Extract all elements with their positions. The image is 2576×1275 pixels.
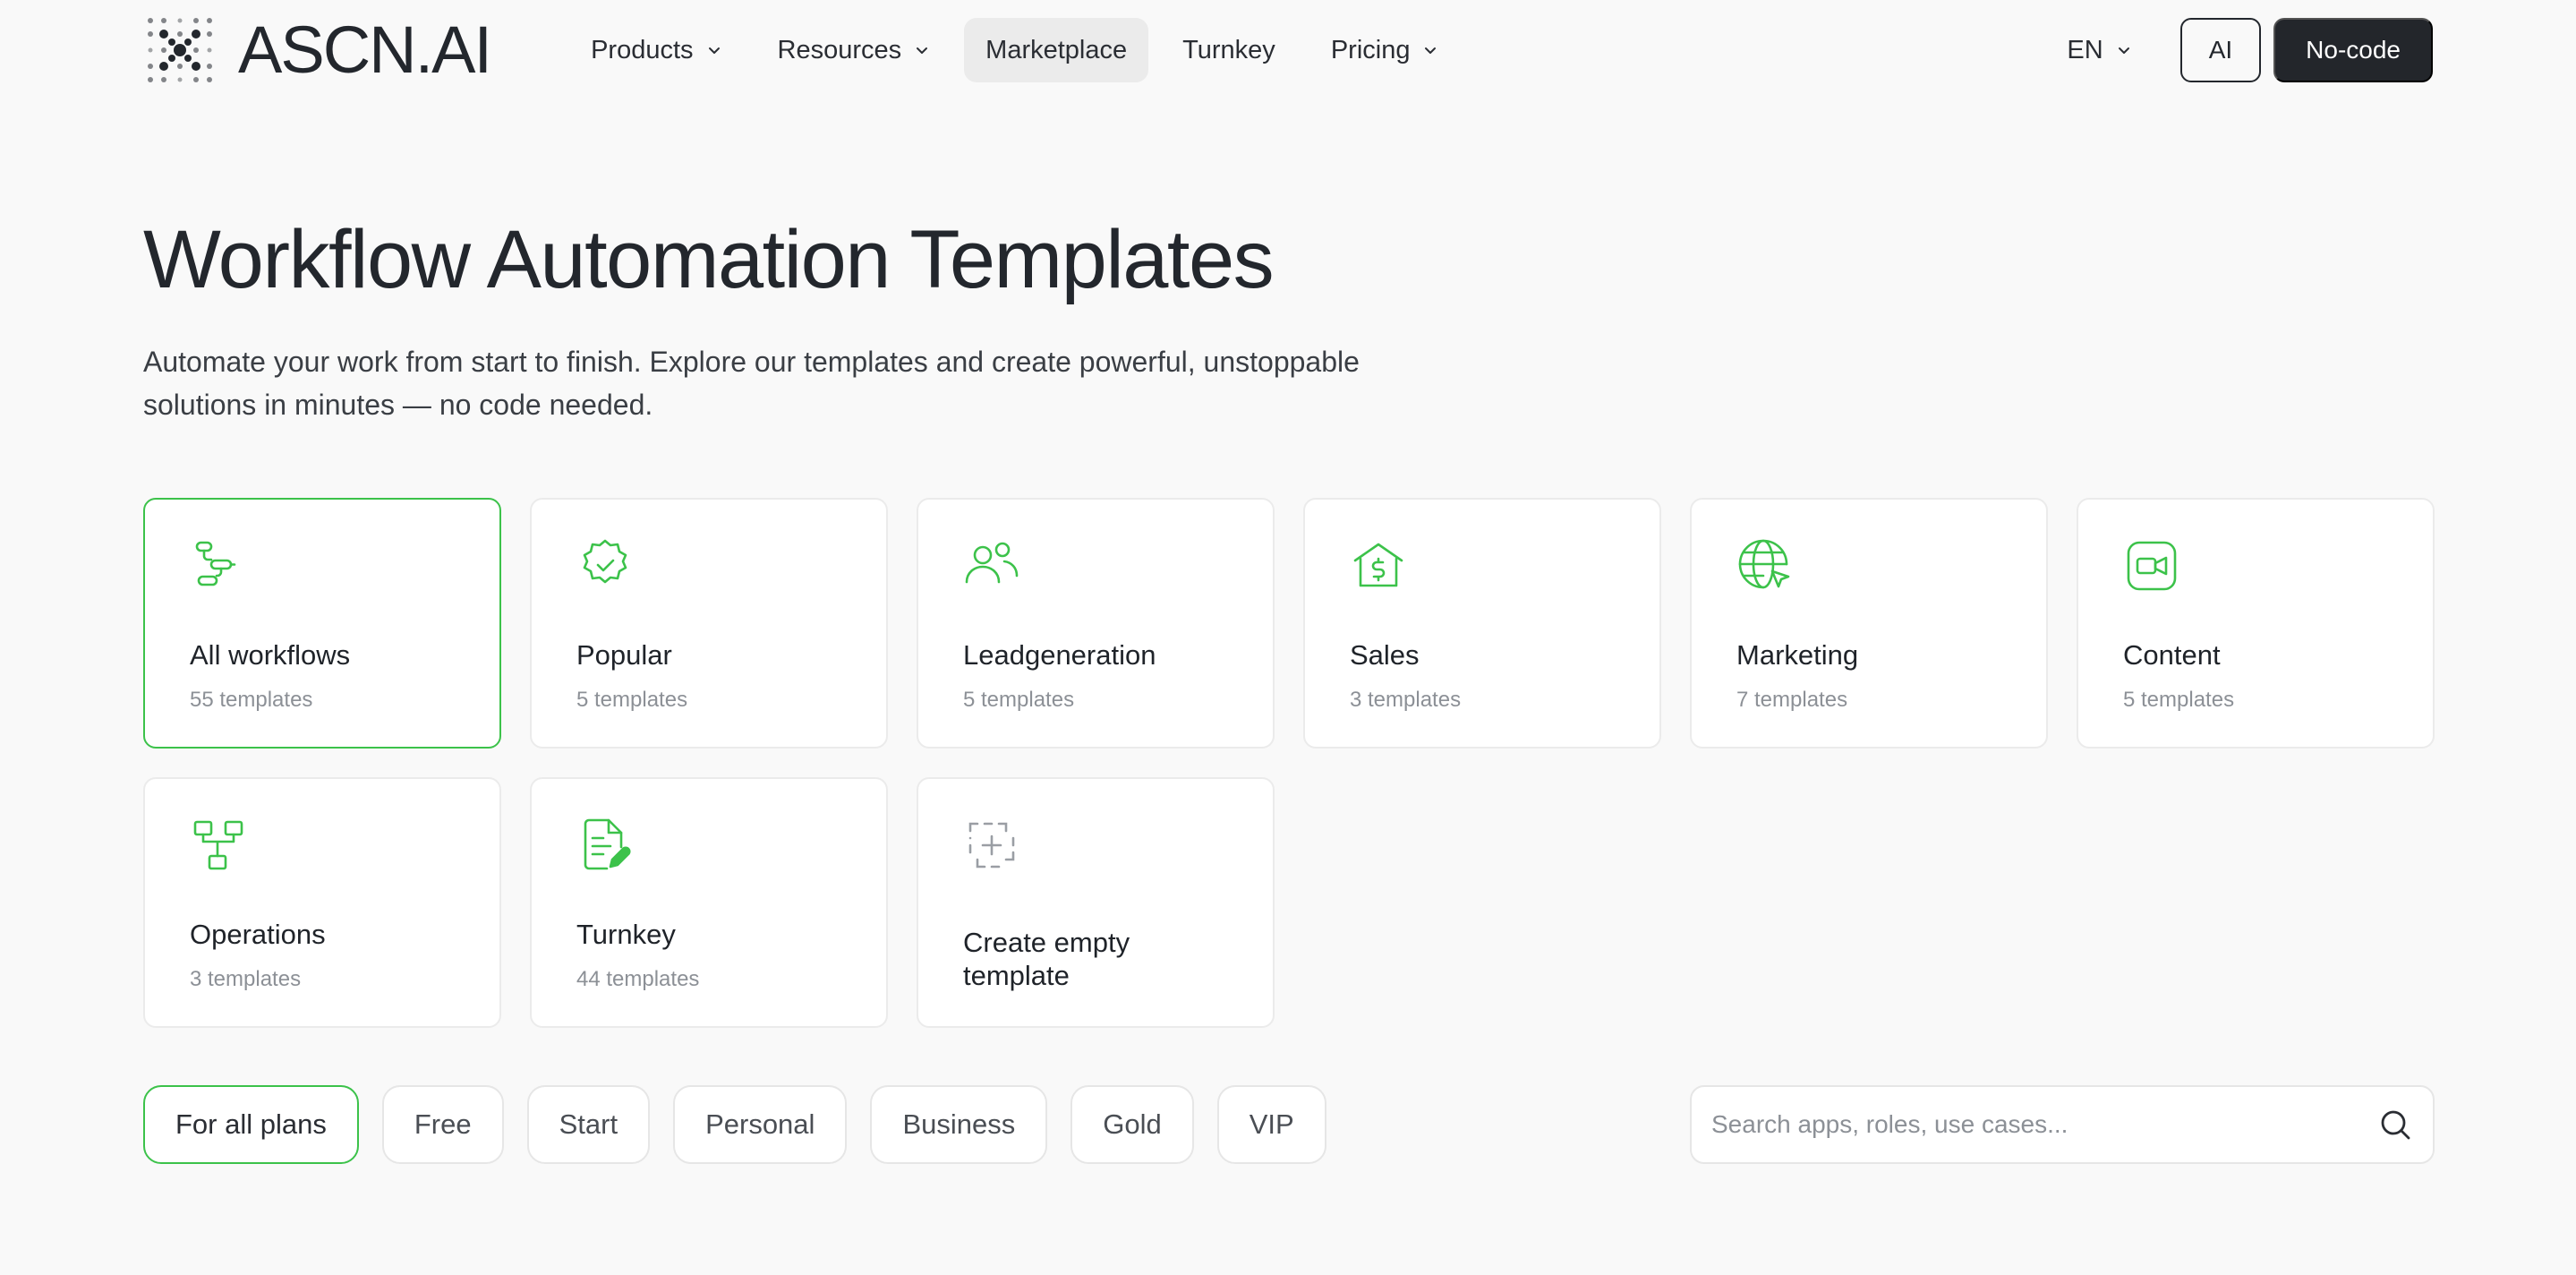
- category-count: 3 templates: [1350, 688, 1462, 712]
- category-name: Marketing: [1736, 639, 1859, 671]
- nav-pricing[interactable]: Pricing: [1309, 18, 1461, 82]
- nav-resources-label: Resources: [777, 35, 902, 64]
- brand-name: ASCN.AI: [238, 13, 492, 87]
- logo-mark-icon: [148, 18, 212, 82]
- category-grid: All workflows 55 templates Popular 5 tem…: [143, 498, 2435, 1028]
- chevron-down-icon: [2118, 47, 2129, 54]
- document-edit-icon: [576, 817, 634, 874]
- category-count: 5 templates: [2123, 688, 2235, 712]
- category-count: 44 templates: [576, 967, 700, 991]
- hierarchy-icon: [190, 817, 247, 874]
- plan-filter-personal[interactable]: Personal: [673, 1085, 848, 1164]
- category-card-turnkey[interactable]: Turnkey 44 templates: [530, 777, 888, 1028]
- plan-filter-all[interactable]: For all plans: [143, 1085, 359, 1164]
- nav-turnkey[interactable]: Turnkey: [1161, 18, 1297, 82]
- category-name: Sales: [1350, 639, 1420, 671]
- language-selector[interactable]: EN: [2067, 36, 2131, 65]
- category-card-all-workflows[interactable]: All workflows 55 templates: [143, 498, 501, 749]
- nav-turnkey-label: Turnkey: [1182, 35, 1275, 64]
- plan-filter-vip[interactable]: VIP: [1216, 1085, 1326, 1164]
- category-card-sales[interactable]: Sales 3 templates: [1303, 498, 1661, 749]
- category-card-leadgeneration[interactable]: Leadgeneration 5 templates: [917, 498, 1275, 749]
- plan-filter-start[interactable]: Start: [526, 1085, 651, 1164]
- brand-logo[interactable]: ASCN.AI: [143, 13, 492, 87]
- plan-filter-business[interactable]: Business: [870, 1085, 1048, 1164]
- category-card-content[interactable]: Content 5 templates: [2077, 498, 2435, 749]
- language-label: EN: [2067, 35, 2103, 64]
- nav-products-label: Products: [591, 35, 694, 64]
- plan-filter-gold[interactable]: Gold: [1070, 1085, 1194, 1164]
- category-card-popular[interactable]: Popular 5 templates: [530, 498, 888, 749]
- nav-marketplace-label: Marketplace: [985, 35, 1128, 64]
- page-subtitle: Automate your work from start to finish.…: [143, 346, 1360, 421]
- add-dashed-icon: [963, 817, 1020, 874]
- category-count: 5 templates: [576, 688, 688, 712]
- house-dollar-icon: [1350, 537, 1407, 595]
- plan-filter-free[interactable]: Free: [381, 1085, 504, 1164]
- nav-actions: EN AI No-code: [2067, 18, 2433, 82]
- chevron-down-icon: [708, 47, 720, 54]
- nav-links: Products Resources Marketplace Turnkey P…: [569, 18, 1460, 82]
- video-icon: [2123, 537, 2180, 595]
- top-navigation: ASCN.AI Products Resources Marketplace T…: [143, 13, 2433, 88]
- category-name: Turnkey: [576, 919, 676, 950]
- plan-filters: For all plans Free Start Personal Busine…: [143, 1085, 1326, 1164]
- category-count: 55 templates: [190, 688, 313, 712]
- page-title: Workflow Automation Templates: [143, 214, 1275, 305]
- category-card-operations[interactable]: Operations 3 templates: [143, 777, 501, 1028]
- users-icon: [963, 537, 1020, 595]
- nav-resources[interactable]: Resources: [756, 18, 952, 82]
- nav-marketplace[interactable]: Marketplace: [964, 18, 1149, 82]
- ai-button[interactable]: AI: [2179, 18, 2262, 82]
- nav-pricing-label: Pricing: [1330, 35, 1411, 64]
- category-name: Content: [2123, 639, 2221, 671]
- create-empty-template-card[interactable]: Create empty template: [917, 777, 1275, 1028]
- category-name: Operations: [190, 919, 326, 950]
- badge-check-icon: [576, 537, 634, 595]
- nav-products[interactable]: Products: [569, 18, 743, 82]
- search-input[interactable]: [1711, 1110, 2377, 1139]
- search-box: [1690, 1085, 2435, 1164]
- category-count: 7 templates: [1736, 688, 1848, 712]
- globe-cursor-icon: [1736, 537, 1794, 595]
- category-card-marketing[interactable]: Marketing 7 templates: [1690, 498, 2048, 749]
- create-empty-template-label: Create empty template: [963, 927, 1130, 991]
- search-icon[interactable]: [2377, 1107, 2413, 1142]
- page: ASCN.AI Products Resources Marketplace T…: [0, 0, 2576, 1275]
- category-name: Popular: [576, 639, 672, 671]
- category-count: 3 templates: [190, 967, 302, 991]
- chevron-down-icon: [917, 47, 928, 54]
- category-name: All workflows: [190, 639, 351, 671]
- category-count: 5 templates: [963, 688, 1075, 712]
- no-code-button[interactable]: No-code: [2273, 18, 2433, 82]
- workflow-icon: [190, 537, 247, 595]
- chevron-down-icon: [1425, 47, 1437, 54]
- category-name: Leadgeneration: [963, 639, 1156, 671]
